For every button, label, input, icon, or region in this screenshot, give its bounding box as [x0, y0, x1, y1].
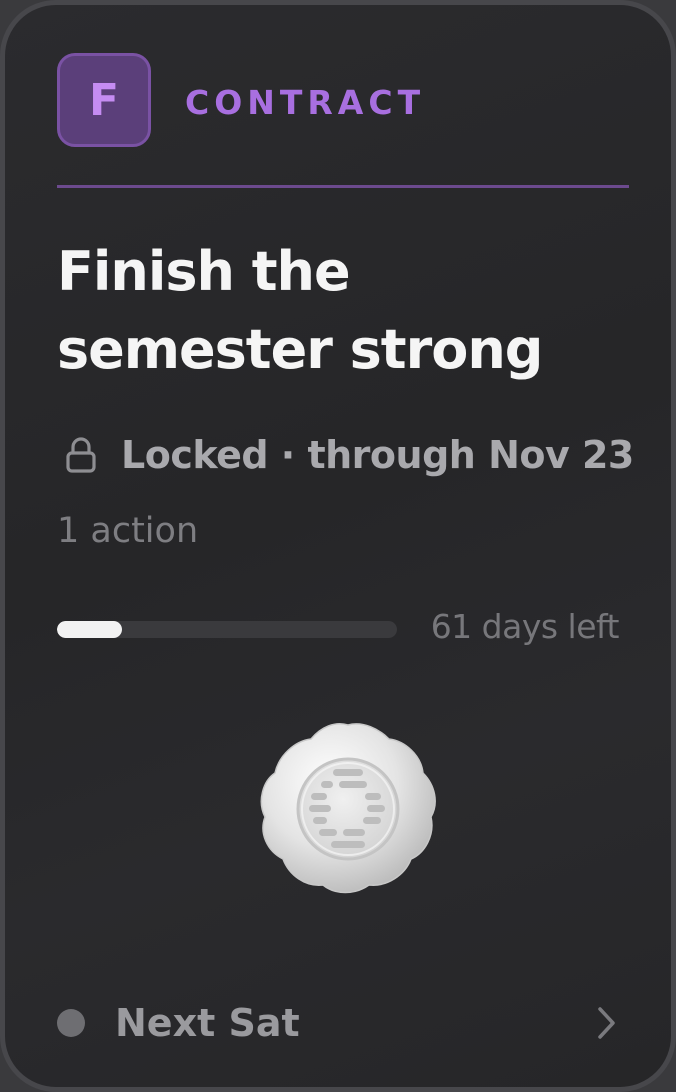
contract-badge: F	[57, 53, 151, 147]
wax-seal-icon	[260, 723, 436, 894]
contract-card[interactable]: F CONTRACT Finish the semester strong Lo…	[0, 0, 676, 1092]
lock-status-row: Locked · through Nov 23	[57, 427, 634, 483]
lock-status-text: Locked · through Nov 23	[121, 433, 634, 477]
progress-fill	[57, 621, 122, 638]
contract-title: Finish the semester strong	[57, 240, 543, 381]
next-session-row: Next Sat	[57, 999, 300, 1047]
chevron-right-icon[interactable]	[591, 1003, 621, 1043]
header-divider	[57, 185, 629, 188]
next-session-text: Next Sat	[115, 1001, 300, 1045]
action-count: 1 action	[57, 511, 199, 551]
badge-letter: F	[88, 74, 120, 126]
lock-icon	[66, 437, 96, 473]
progress-bar	[57, 621, 397, 638]
contract-type-label: CONTRACT	[185, 83, 426, 122]
status-dot-icon	[57, 1009, 85, 1037]
days-left-text: 61 days left	[430, 607, 620, 646]
